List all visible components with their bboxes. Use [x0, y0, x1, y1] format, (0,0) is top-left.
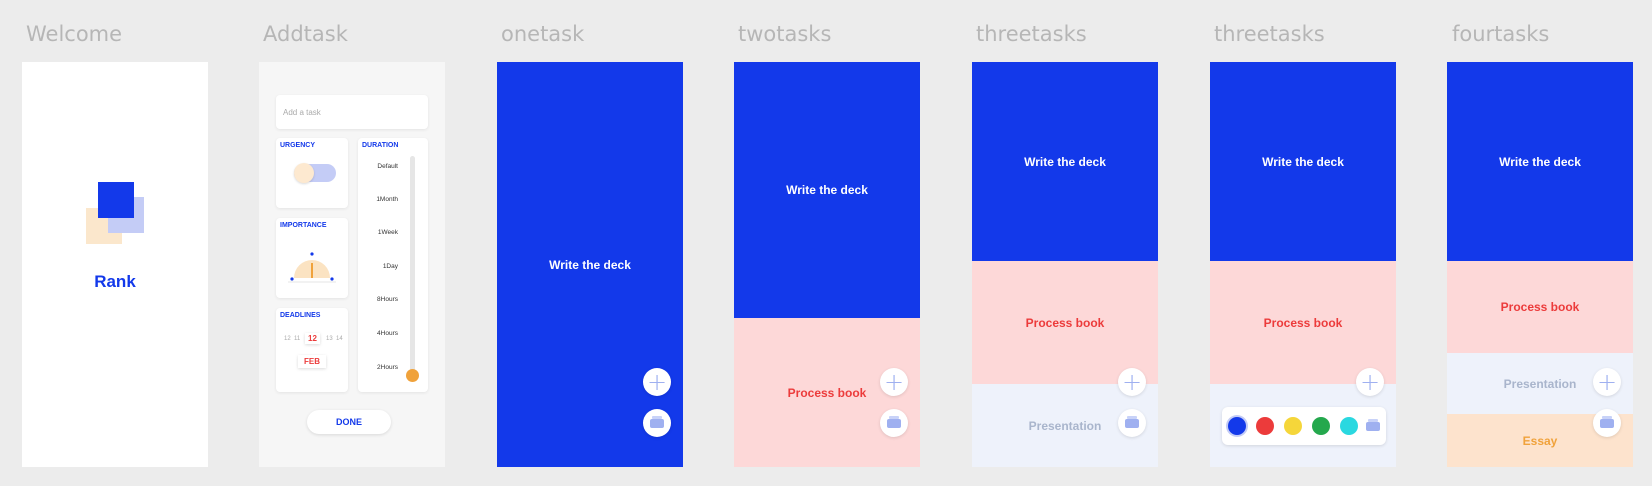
logo: [86, 182, 146, 246]
tag-icon: [650, 415, 664, 428]
task-input[interactable]: Add a task: [276, 95, 428, 129]
duration-option[interactable]: 1Month: [376, 196, 398, 203]
task-card[interactable]: Write the deck: [1447, 62, 1633, 261]
plus-icon: +: [1121, 368, 1143, 396]
color-swatch-red[interactable]: [1256, 417, 1274, 435]
color-swatch-cyan[interactable]: [1340, 417, 1358, 435]
task-card[interactable]: Process book: [972, 261, 1158, 384]
add-task-button[interactable]: +: [1118, 368, 1146, 396]
day-option[interactable]: 12: [284, 336, 291, 342]
task-label: Process book: [1500, 300, 1580, 314]
color-swatch-yellow[interactable]: [1284, 417, 1302, 435]
frame-title-twotasks: twotasks: [738, 22, 832, 46]
welcome-screen: Rank: [22, 62, 208, 467]
add-task-button[interactable]: +: [643, 368, 671, 396]
urgency-toggle[interactable]: [294, 163, 336, 183]
task-card[interactable]: Write the deck: [497, 62, 683, 467]
frame-title-threetasks-colors: threetasks: [1214, 22, 1325, 46]
plus-icon: +: [883, 368, 905, 396]
duration-slider-handle[interactable]: [406, 369, 419, 382]
frame-title-addtask: Addtask: [263, 22, 348, 46]
frame-title-welcome: Welcome: [26, 22, 123, 46]
plus-icon: +: [1359, 368, 1381, 396]
frame-title-onetask: onetask: [501, 22, 585, 46]
task-label: Process book: [787, 385, 867, 400]
color-swatch-blue[interactable]: [1228, 417, 1246, 435]
task-label: Write the deck: [786, 183, 868, 197]
add-task-button[interactable]: +: [1356, 368, 1384, 396]
app-name: Rank: [94, 272, 136, 291]
duration-option[interactable]: 8Hours: [377, 296, 398, 303]
task-card[interactable]: Write the deck: [972, 62, 1158, 261]
duration-option[interactable]: 2Hours: [377, 364, 398, 371]
duration-option[interactable]: 1Week: [378, 229, 398, 236]
task-card[interactable]: Process book: [1210, 261, 1396, 384]
twotasks-screen: Write the deck Process book +: [734, 62, 920, 467]
day-option[interactable]: 14: [336, 336, 343, 342]
tag-icon: [1600, 415, 1614, 428]
toggle-knob: [294, 163, 314, 183]
frame-title-fourtasks: fourtasks: [1452, 22, 1550, 46]
day-selected[interactable]: 12: [305, 333, 320, 344]
task-label: Presentation: [1028, 418, 1102, 433]
duration-option[interactable]: 1Day: [383, 263, 398, 270]
duration-label: DURATION: [362, 142, 399, 149]
duration-option[interactable]: 4Hours: [377, 330, 398, 337]
threetasks-colors-screen: Write the deck Process book +: [1210, 62, 1396, 467]
addtask-screen: Add a task URGENCY IMPORTANCE DEADLINES …: [259, 62, 445, 467]
done-button[interactable]: DONE: [307, 410, 391, 434]
tag-icon: [1125, 415, 1139, 428]
tag-button[interactable]: [1118, 409, 1146, 437]
duration-option[interactable]: Default: [377, 163, 398, 170]
importance-card: IMPORTANCE: [276, 218, 348, 298]
task-label: Process book: [1025, 315, 1105, 330]
color-picker: [1222, 407, 1386, 445]
urgency-card: URGENCY: [276, 138, 348, 208]
importance-label: IMPORTANCE: [280, 222, 327, 229]
duration-card: DURATION Default 1Month 1Week 1Day 8Hour…: [358, 138, 428, 392]
task-label: Write the deck: [549, 257, 631, 272]
deadlines-card: DEADLINES 12 11 12 13 14 FEB: [276, 308, 348, 392]
plus-icon: +: [646, 368, 668, 396]
color-swatch-green[interactable]: [1312, 417, 1330, 435]
task-card[interactable]: Write the deck: [1210, 62, 1396, 261]
day-option[interactable]: 13: [326, 336, 333, 342]
month-selected[interactable]: FEB: [298, 355, 326, 368]
duration-slider-track[interactable]: [410, 156, 415, 382]
tag-icon[interactable]: [1366, 419, 1380, 431]
tag-button[interactable]: [880, 409, 908, 437]
task-label: Process book: [1263, 315, 1343, 330]
plus-icon: +: [1596, 368, 1618, 396]
day-option[interactable]: 11: [294, 336, 300, 342]
threetasks-screen: Write the deck Process book Presentation…: [972, 62, 1158, 467]
tag-button[interactable]: [1593, 409, 1621, 437]
onetask-screen: Write the deck +: [497, 62, 683, 467]
task-label: Write the deck: [1024, 154, 1106, 169]
importance-gauge-icon[interactable]: [282, 246, 342, 286]
task-input-placeholder: Add a task: [283, 108, 321, 117]
tag-button[interactable]: [643, 409, 671, 437]
task-label: Write the deck: [1499, 154, 1581, 169]
task-label: Essay: [1522, 433, 1558, 448]
fourtasks-screen: Write the deck Process book Presentation…: [1447, 62, 1633, 467]
add-task-button[interactable]: +: [880, 368, 908, 396]
deadlines-label: DEADLINES: [280, 312, 321, 319]
urgency-label: URGENCY: [280, 142, 316, 149]
tag-icon: [887, 415, 901, 428]
add-task-button[interactable]: +: [1593, 368, 1621, 396]
task-label: Write the deck: [1262, 154, 1344, 169]
frame-title-threetasks: threetasks: [976, 22, 1087, 46]
task-card[interactable]: Write the deck: [734, 62, 920, 318]
task-label: Presentation: [1503, 376, 1577, 391]
task-card[interactable]: Process book: [1447, 261, 1633, 353]
